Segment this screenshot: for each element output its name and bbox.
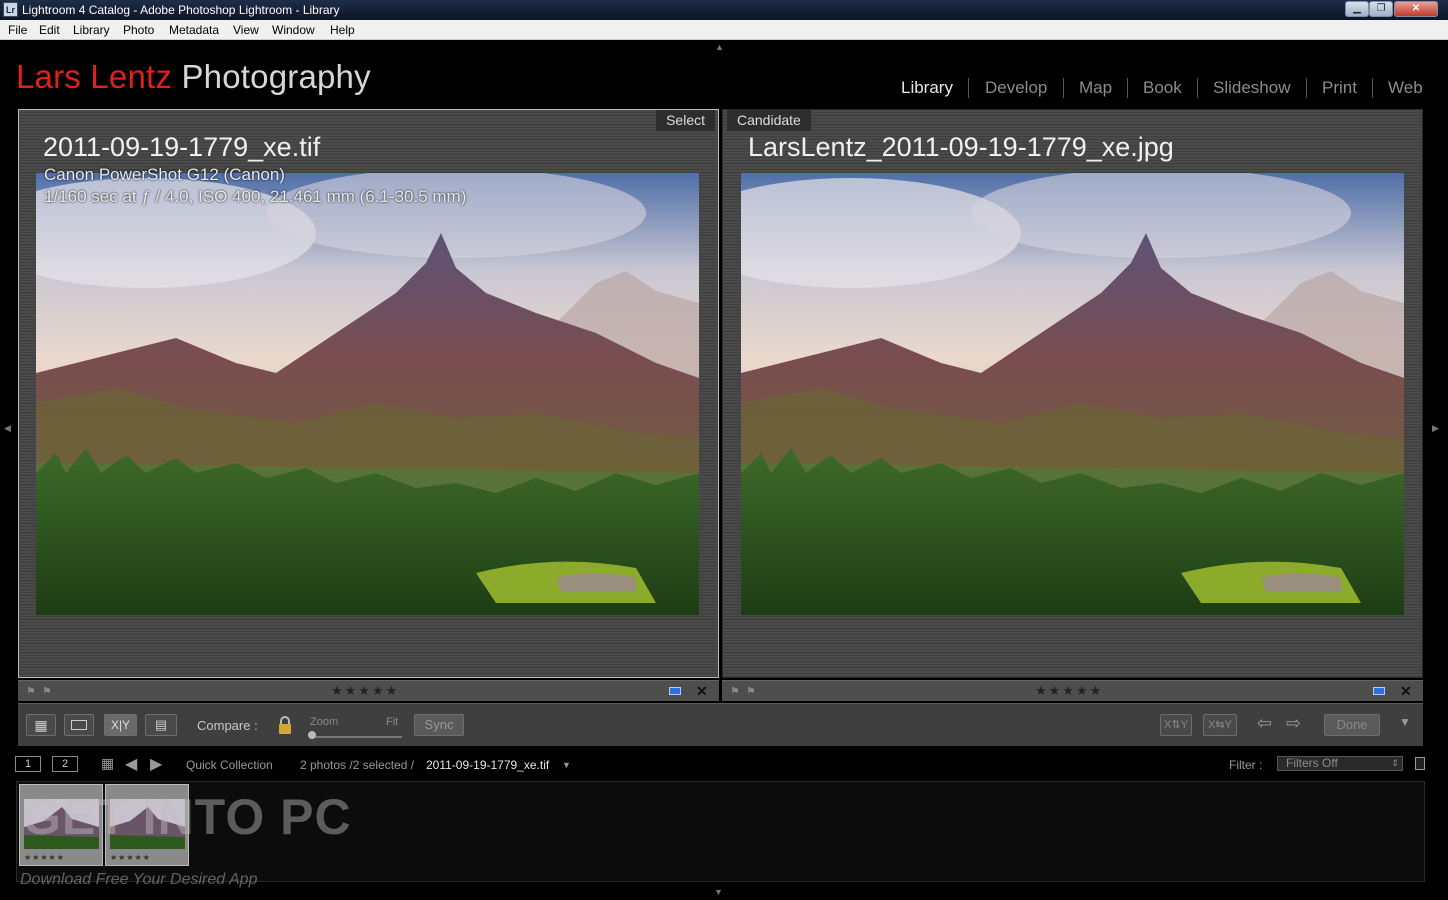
next-arrow-icon[interactable]: ⇨: [1286, 713, 1301, 734]
candidate-tag: Candidate: [727, 110, 811, 131]
current-file[interactable]: 2011-09-19-1779_xe.tif: [426, 758, 549, 772]
select-info-strip: ⚑ ⚑ ★★★★★ ✕: [18, 680, 719, 701]
filter-select[interactable]: Filters Off ⇕: [1277, 756, 1403, 771]
candidate-rating[interactable]: ★★★★★: [1035, 683, 1103, 699]
left-panel-toggle-icon[interactable]: ◀: [4, 423, 11, 434]
color-label-icon[interactable]: [669, 687, 681, 695]
module-separator: [1372, 78, 1373, 98]
page-2-button[interactable]: 2: [52, 756, 78, 772]
identity-plate: Lars Lentz Photography: [16, 58, 371, 96]
candidate-pane[interactable]: Candidate LarsLentz_2011-09-19-1779_xe.j…: [722, 109, 1423, 678]
zoom-label: Zoom: [310, 716, 339, 728]
close-select-button[interactable]: ✕: [696, 683, 708, 700]
forward-arrow-icon[interactable]: ▶: [150, 754, 162, 774]
zoom-slider-knob[interactable]: [308, 731, 316, 739]
identity-first: Lars Lentz: [16, 58, 173, 95]
select-photo[interactable]: [36, 173, 699, 615]
module-library[interactable]: Library: [901, 78, 953, 98]
photo-count: 2 photos /2 selected /: [300, 758, 415, 772]
toolbar: ▦ X|Y ▤ Compare : Zoom Fit Sync X⇅Y X⇆Y …: [18, 703, 1423, 746]
page-1-button[interactable]: 1: [15, 756, 41, 772]
source-label[interactable]: Quick Collection: [186, 758, 273, 772]
module-slideshow[interactable]: Slideshow: [1213, 78, 1291, 98]
filter-value: Filters Off: [1286, 756, 1338, 770]
select-filename: 2011-09-19-1779_xe.tif: [43, 132, 321, 162]
module-map[interactable]: Map: [1079, 78, 1112, 98]
chevron-updown-icon: ⇕: [1391, 758, 1399, 768]
select-exposure: 1/160 sec at ƒ / 4.0, ISO 400, 21.461 mm…: [44, 187, 467, 206]
menu-metadata[interactable]: Metadata: [169, 23, 219, 37]
select-camera: Canon PowerShot G12 (Canon): [44, 165, 285, 184]
module-develop[interactable]: Develop: [985, 78, 1047, 98]
maximize-icon[interactable]: ❐: [1369, 1, 1393, 17]
watermark-subtitle: Download Free Your Desired App: [20, 871, 258, 888]
lock-icon[interactable]: [277, 715, 293, 735]
app-icon: Lr: [3, 2, 18, 17]
select-rating[interactable]: ★★★★★: [331, 683, 399, 699]
done-button[interactable]: Done: [1324, 714, 1380, 736]
loupe-view-icon[interactable]: [64, 714, 94, 736]
select-tag: Select: [656, 110, 715, 131]
grid-icon[interactable]: ▦: [101, 755, 114, 772]
color-label-icon[interactable]: [1373, 687, 1385, 695]
compare-label: Compare :: [197, 718, 258, 733]
bottom-panel-toggle-icon[interactable]: ▼: [714, 887, 723, 897]
title-bar: Lr Lightroom 4 Catalog - Adobe Photoshop…: [0, 0, 1448, 20]
reject-flag-icon[interactable]: ⚑: [42, 685, 52, 698]
menu-help[interactable]: Help: [330, 23, 355, 37]
candidate-photo[interactable]: [741, 173, 1404, 615]
candidate-filename: LarsLentz_2011-09-19-1779_xe.jpg: [748, 132, 1174, 162]
back-arrow-icon[interactable]: ◀: [125, 754, 137, 774]
menu-bar: File Edit Library Photo Metadata View Wi…: [0, 20, 1448, 40]
filmstrip-header: 1 2 ▦ ◀ ▶ Quick Collection 2 photos /2 s…: [0, 750, 1448, 778]
swap-icon[interactable]: X⇅Y: [1160, 714, 1192, 736]
flag-icon[interactable]: ⚑: [730, 685, 740, 698]
module-separator: [1197, 78, 1198, 98]
dropdown-icon[interactable]: ▼: [562, 760, 571, 770]
module-web[interactable]: Web: [1388, 78, 1423, 98]
fit-label: Fit: [386, 716, 399, 728]
filter-label: Filter :: [1229, 758, 1263, 772]
make-select-icon[interactable]: X⇆Y: [1203, 714, 1237, 736]
survey-view-icon[interactable]: ▤: [145, 714, 177, 736]
identity-second: Photography: [181, 58, 371, 95]
toolbar-menu-icon[interactable]: ▼: [1399, 715, 1411, 729]
menu-library[interactable]: Library: [73, 23, 110, 37]
close-candidate-button[interactable]: ✕: [1400, 683, 1412, 700]
module-separator: [1063, 78, 1064, 98]
reject-flag-icon[interactable]: ⚑: [746, 685, 756, 698]
module-separator: [1306, 78, 1307, 98]
menu-edit[interactable]: Edit: [39, 23, 60, 37]
module-print[interactable]: Print: [1322, 78, 1357, 98]
watermark: GET INTO PC: [22, 789, 352, 845]
candidate-info-strip: ⚑ ⚑ ★★★★★ ✕: [722, 680, 1423, 701]
module-book[interactable]: Book: [1143, 78, 1182, 98]
lightroom-window: Lr Lightroom 4 Catalog - Adobe Photoshop…: [0, 0, 1448, 900]
select-pane[interactable]: Select 2011-09-19-1779_xe.tif Canon Powe…: [18, 109, 719, 678]
thumbnail-rating: ★★★★★: [110, 853, 151, 862]
window-title: Lightroom 4 Catalog - Adobe Photoshop Li…: [22, 3, 340, 17]
thumbnail-rating: ★★★★★: [24, 853, 65, 862]
sync-button[interactable]: Sync: [414, 714, 464, 736]
top-panel-toggle-icon[interactable]: ▲: [715, 42, 724, 52]
flag-icon[interactable]: ⚑: [26, 685, 36, 698]
menu-window[interactable]: Window: [272, 23, 315, 37]
menu-view[interactable]: View: [233, 23, 259, 37]
module-separator: [968, 78, 969, 98]
previous-arrow-icon[interactable]: ⇦: [1257, 713, 1272, 734]
menu-file[interactable]: File: [8, 23, 27, 37]
grid-view-icon[interactable]: ▦: [26, 714, 56, 736]
compare-view-icon[interactable]: X|Y: [104, 714, 137, 736]
filter-toggle-icon[interactable]: [1415, 757, 1425, 770]
right-panel-toggle-icon[interactable]: ▶: [1432, 423, 1439, 434]
zoom-slider[interactable]: [310, 736, 402, 738]
module-separator: [1127, 78, 1128, 98]
minimize-icon[interactable]: ▁: [1345, 1, 1369, 17]
menu-photo[interactable]: Photo: [123, 23, 154, 37]
close-icon[interactable]: ✕: [1394, 1, 1438, 17]
